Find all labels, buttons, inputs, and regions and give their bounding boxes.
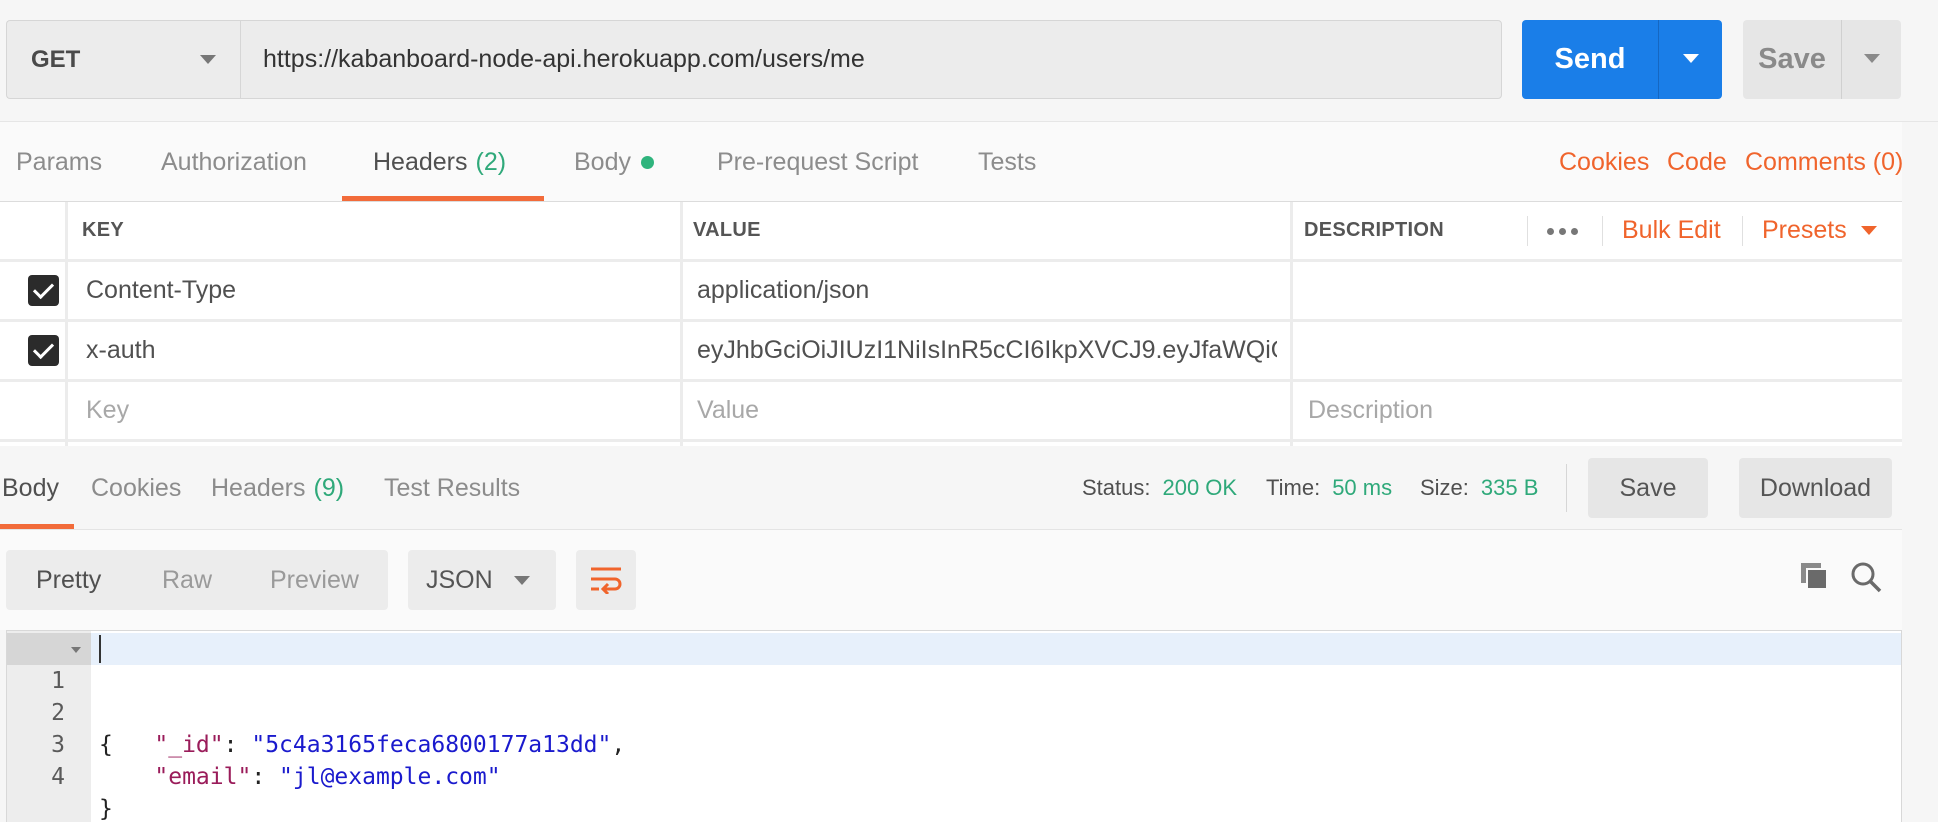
table-row-new: Key Value Description [0, 382, 1938, 442]
request-bar: GET https://kabanboard-node-api.herokuap… [0, 0, 1938, 122]
presets-label: Presets [1762, 216, 1847, 244]
column-header-description: DESCRIPTION [1304, 219, 1444, 241]
code-line: 4 } [7, 729, 1901, 822]
table-header-row: KEY VALUE DESCRIPTION Bulk Edit Presets [0, 202, 1938, 262]
send-options-chevron-icon[interactable] [1659, 20, 1722, 99]
window-edge [1902, 122, 1938, 822]
code-line: 2 "_id": "5c4a3165feca6800177a13dd", [7, 665, 1901, 758]
time-value: 50 ms [1332, 475, 1393, 500]
comments-link[interactable]: Comments (0) [1745, 122, 1903, 202]
cookies-link[interactable]: Cookies [1559, 122, 1649, 202]
send-button-label[interactable]: Send [1522, 20, 1658, 99]
save-request-button[interactable]: Save [1743, 20, 1901, 99]
tab-body-label: Body [574, 147, 631, 176]
language-select[interactable]: JSON [408, 550, 556, 610]
response-size: Size: 335 B [1420, 446, 1538, 530]
tab-tests[interactable]: Tests [978, 122, 1036, 202]
view-mode-segmented-control: Pretty Raw Preview [6, 550, 388, 610]
header-value-cell[interactable]: application/json [697, 262, 869, 319]
view-mode-raw[interactable]: Raw [162, 550, 212, 610]
response-tab-body[interactable]: Body [2, 446, 59, 530]
wrap-lines-button[interactable] [576, 550, 636, 610]
tab-headers-label: Headers [373, 147, 468, 176]
send-button[interactable]: Send [1522, 20, 1722, 99]
code-line: 1 { [7, 633, 1901, 758]
tab-headers-count: (2) [475, 147, 507, 176]
save-request-label[interactable]: Save [1743, 20, 1841, 99]
active-tab-indicator [342, 196, 544, 201]
response-tab-cookies[interactable]: Cookies [91, 446, 181, 530]
view-mode-pretty[interactable]: Pretty [36, 550, 101, 610]
table-row: Content-Type application/json [0, 262, 1938, 322]
size-value: 335 B [1480, 475, 1539, 500]
more-options-icon[interactable] [1547, 228, 1578, 235]
presets-dropdown[interactable]: Presets [1762, 202, 1877, 259]
divider [1566, 464, 1567, 512]
active-tab-indicator [0, 524, 74, 529]
response-body-editor[interactable]: 1 { 2 "_id": "5c4a3165feca6800177a13dd",… [6, 630, 1902, 822]
response-tabs: Body Cookies Headers (9) Test Results St… [0, 446, 1938, 530]
request-tabs: Params Authorization Headers (2) Body Pr… [0, 122, 1938, 202]
chevron-down-icon [200, 55, 216, 64]
language-label: JSON [426, 565, 493, 594]
save-options-chevron-icon[interactable] [1842, 20, 1901, 99]
code-link[interactable]: Code [1667, 122, 1727, 202]
url-input[interactable]: https://kabanboard-node-api.herokuapp.co… [240, 20, 1502, 99]
row-enabled-checkbox[interactable] [28, 335, 59, 366]
line-number: 4 [51, 764, 65, 790]
response-status: Status: 200 OK [1082, 446, 1237, 530]
code-text: } [99, 796, 113, 822]
text-cursor [99, 635, 101, 663]
divider [1602, 216, 1603, 246]
status-label: Status: [1082, 475, 1151, 500]
response-tab-test-results[interactable]: Test Results [384, 446, 520, 530]
bulk-edit-link[interactable]: Bulk Edit [1622, 202, 1721, 259]
code-text: "email": "jl@example.com" [99, 761, 501, 793]
divider [1742, 216, 1743, 246]
tab-params[interactable]: Params [16, 122, 102, 202]
response-tab-headers[interactable]: Headers (9) [211, 446, 344, 530]
new-value-input[interactable]: Value [697, 382, 759, 439]
download-button[interactable]: Download [1739, 458, 1892, 518]
status-value: 200 OK [1162, 475, 1238, 500]
table-row: x-auth eyJhbGciOiJIUzI1NiIsInR5cCI6IkpXV… [0, 322, 1938, 382]
row-enabled-checkbox[interactable] [28, 275, 59, 306]
save-response-button[interactable]: Save [1588, 458, 1708, 518]
response-tab-headers-count: (9) [313, 473, 345, 502]
method-label: GET [31, 45, 81, 73]
json-separator: : [251, 764, 280, 790]
tab-prerequest-script[interactable]: Pre-request Script [717, 122, 918, 202]
headers-table: KEY VALUE DESCRIPTION Bulk Edit Presets … [0, 202, 1938, 446]
column-header-key: KEY [82, 219, 125, 241]
fold-chevron-icon[interactable] [71, 647, 81, 653]
copy-button[interactable] [1798, 560, 1838, 600]
tab-body[interactable]: Body [574, 122, 654, 202]
method-select[interactable]: GET [6, 20, 240, 99]
new-description-input[interactable]: Description [1308, 382, 1433, 439]
search-button[interactable] [1849, 560, 1889, 600]
response-format-bar: Pretty Raw Preview JSON [0, 530, 1938, 630]
header-key-cell[interactable]: x-auth [86, 322, 155, 379]
header-key-cell[interactable]: Content-Type [86, 262, 236, 319]
code-line: 3 "email": "jl@example.com" [7, 697, 1901, 790]
body-status-dot-icon [640, 155, 654, 169]
view-mode-preview[interactable]: Preview [270, 550, 359, 610]
response-time: Time: 50 ms [1266, 446, 1392, 530]
tab-headers[interactable]: Headers (2) [373, 122, 506, 202]
response-tab-headers-label: Headers [211, 473, 306, 502]
json-string-value: "jl@example.com" [279, 764, 501, 790]
new-key-input[interactable]: Key [86, 382, 129, 439]
header-value-cell[interactable]: eyJhbGciOiJIUzI1NiIsInR5cCI6IkpXVCJ9.eyJ… [697, 322, 1277, 379]
copy-icon [1801, 563, 1828, 590]
chevron-down-icon [1860, 226, 1877, 235]
tab-authorization[interactable]: Authorization [161, 122, 307, 202]
json-key: "email" [154, 764, 252, 790]
divider [1527, 216, 1528, 246]
wrap-lines-icon [591, 567, 622, 594]
column-header-value: VALUE [693, 219, 761, 241]
search-icon [1851, 562, 1882, 593]
time-label: Time: [1266, 475, 1321, 500]
size-label: Size: [1420, 475, 1469, 500]
